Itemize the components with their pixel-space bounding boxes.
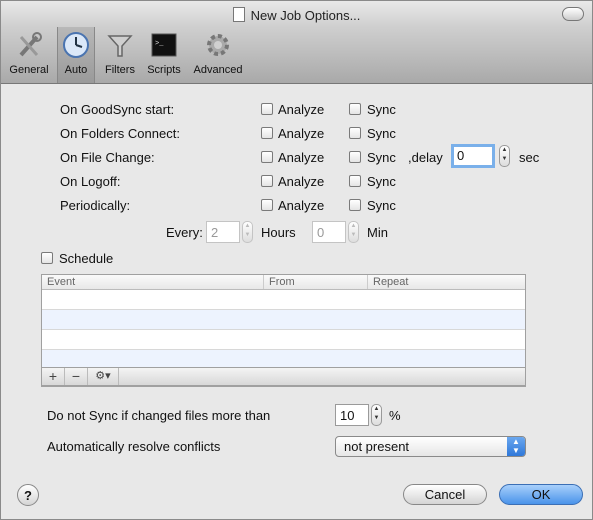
on-folders-connect-sync-checkbox[interactable] (349, 127, 361, 139)
delay-stepper[interactable]: ▲ ▼ (499, 145, 510, 167)
resolve-conflicts-label: Automatically resolve conflicts (47, 439, 221, 454)
analyze-label: Analyze (278, 198, 325, 213)
resolve-conflicts-value: not present (344, 439, 410, 454)
on-goodsync-start-label: On GoodSync start: (60, 102, 175, 117)
wrench-screwdriver-icon (15, 31, 43, 59)
sync-label: Sync (367, 102, 396, 117)
funnel-icon (106, 31, 134, 59)
add-event-button[interactable]: + (42, 368, 65, 385)
tab-auto[interactable]: Auto (57, 27, 95, 83)
periodically-sync-checkbox[interactable] (349, 199, 361, 211)
on-logoff-analyze-checkbox[interactable] (261, 175, 273, 187)
tab-advanced-label: Advanced (193, 64, 243, 76)
on-file-change-analyze-checkbox[interactable] (261, 151, 273, 163)
no-sync-threshold-label: Do not Sync if changed files more than (47, 408, 271, 423)
tab-advanced[interactable]: Advanced (191, 31, 245, 76)
analyze-label: Analyze (278, 102, 325, 117)
on-logoff-sync-checkbox[interactable] (349, 175, 361, 187)
delay-unit-label: sec (519, 150, 540, 165)
delay-input[interactable]: 0 (451, 144, 495, 168)
percent-label: % (389, 408, 401, 423)
sync-label: Sync (367, 150, 396, 165)
cancel-button[interactable]: Cancel (403, 484, 487, 505)
sync-label: Sync (367, 126, 396, 141)
every-min-stepper[interactable]: ▲ ▼ (348, 221, 359, 243)
on-logoff-label: On Logoff: (60, 174, 121, 189)
periodically-analyze-checkbox[interactable] (261, 199, 273, 211)
table-row[interactable] (42, 330, 525, 350)
no-sync-threshold-input[interactable]: 10 (335, 404, 369, 426)
ok-button[interactable]: OK (499, 484, 583, 505)
on-folders-connect-label: On Folders Connect: (60, 126, 180, 141)
no-sync-threshold-stepper[interactable]: ▲ ▼ (371, 404, 382, 426)
on-goodsync-start-analyze-checkbox[interactable] (261, 103, 273, 115)
analyze-label: Analyze (278, 150, 325, 165)
hours-label: Hours (261, 225, 296, 240)
sync-label: Sync (367, 198, 396, 213)
tab-general[interactable]: General (7, 31, 51, 76)
on-folders-connect-analyze-checkbox[interactable] (261, 127, 273, 139)
resolve-conflicts-select[interactable]: not present ▲ ▼ (335, 436, 526, 457)
on-goodsync-start-sync-checkbox[interactable] (349, 103, 361, 115)
clock-icon (62, 31, 90, 59)
sync-label: Sync (367, 174, 396, 189)
schedule-checkbox[interactable] (41, 252, 53, 264)
schedule-label: Schedule (59, 251, 114, 266)
every-hours-input[interactable]: 2 (206, 221, 240, 243)
every-label: Every: (166, 225, 203, 240)
select-arrows-icon: ▲ ▼ (507, 437, 525, 456)
help-button[interactable]: ? (17, 484, 39, 506)
remove-event-button[interactable]: − (65, 368, 88, 385)
schedule-table-header: Event From Repeat (42, 275, 525, 290)
toolbar-toggle-button[interactable] (562, 7, 584, 21)
column-from[interactable]: From (264, 275, 368, 289)
every-min-input[interactable]: 0 (312, 221, 346, 243)
column-repeat[interactable]: Repeat (368, 275, 525, 289)
tab-filters[interactable]: Filters (101, 31, 139, 76)
tab-general-label: General (9, 64, 49, 76)
table-row[interactable] (42, 310, 525, 330)
every-hours-stepper[interactable]: ▲ ▼ (242, 221, 253, 243)
tab-auto-label: Auto (64, 64, 88, 76)
column-event[interactable]: Event (42, 275, 264, 289)
periodically-label: Periodically: (60, 198, 131, 213)
window-title-text: New Job Options... (250, 8, 361, 23)
tab-filters-label: Filters (105, 64, 135, 76)
min-label: Min (367, 225, 388, 240)
gear-icon (204, 31, 232, 59)
analyze-label: Analyze (278, 174, 325, 189)
toolbar: General Auto Filters >_ Scripts Advanced (1, 27, 592, 84)
tab-scripts[interactable]: >_ Scripts (143, 31, 185, 76)
on-file-change-label: On File Change: (60, 150, 155, 165)
title-bar: New Job Options... (1, 1, 592, 27)
terminal-icon: >_ (150, 31, 178, 59)
svg-text:>_: >_ (155, 40, 164, 48)
job-options-window: New Job Options... General Auto Filters … (0, 0, 593, 520)
table-row[interactable] (42, 290, 525, 310)
document-icon (232, 7, 245, 22)
tab-scripts-label: Scripts (147, 64, 181, 76)
auto-pane: On GoodSync start: Analyze Sync On Folde… (1, 84, 592, 519)
schedule-table-footer: + − ⚙▾ (41, 367, 526, 386)
window-title: New Job Options... (1, 7, 592, 23)
analyze-label: Analyze (278, 126, 325, 141)
on-file-change-sync-checkbox[interactable] (349, 151, 361, 163)
event-actions-menu-button[interactable]: ⚙▾ (88, 368, 119, 385)
delay-label: ,delay (408, 150, 443, 165)
